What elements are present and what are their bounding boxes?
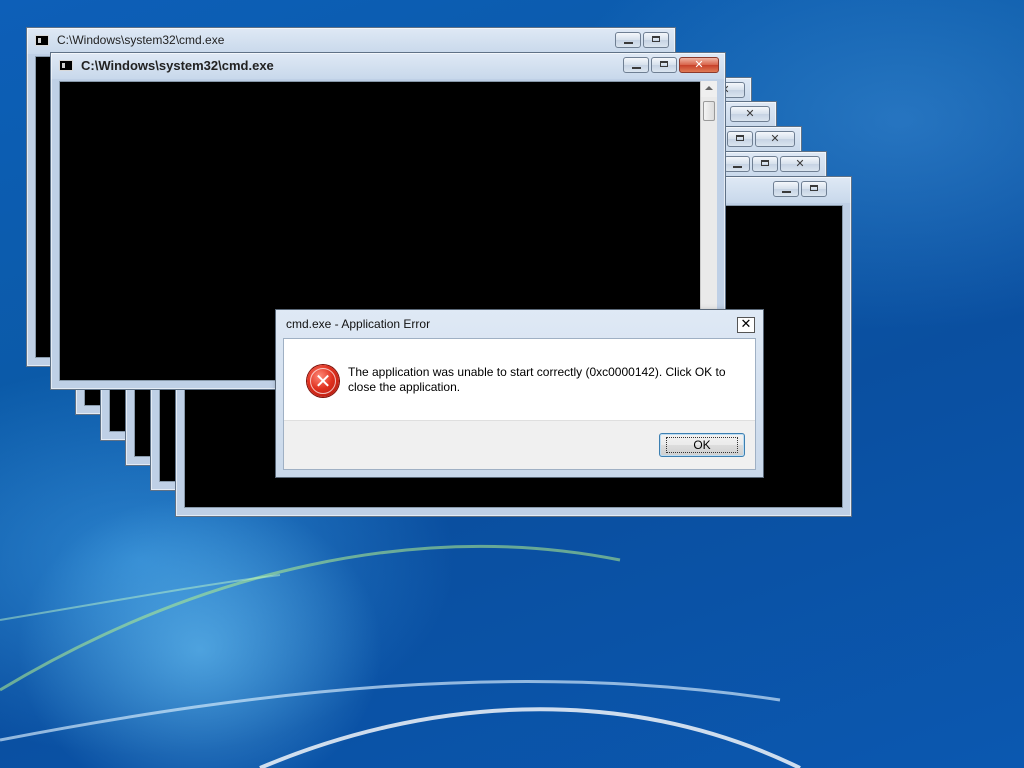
error-icon: ✕ (307, 365, 339, 397)
dialog-title: cmd.exe - Application Error (286, 317, 431, 331)
maximize-button[interactable] (752, 156, 778, 172)
error-message: The application was unable to start corr… (348, 365, 726, 394)
minimize-button[interactable] (724, 156, 750, 172)
ok-label: OK (666, 437, 738, 453)
close-button[interactable] (730, 106, 770, 122)
caption-buttons (724, 156, 820, 174)
button-area: OK (284, 420, 755, 469)
scroll-thumb[interactable] (703, 101, 715, 121)
caption-buttons (727, 131, 795, 149)
minimize-button[interactable] (615, 32, 641, 48)
caption-buttons (773, 181, 827, 199)
title-bar[interactable]: C:\Windows\system32\cmd.exe (27, 28, 675, 54)
cmd-icon (59, 60, 73, 71)
message-area: ✕ The application was unable to start co… (284, 339, 755, 423)
close-button[interactable] (780, 156, 820, 172)
minimize-button[interactable] (623, 57, 649, 73)
close-button[interactable] (755, 131, 795, 147)
window-title: C:\Windows\system32\cmd.exe (81, 58, 274, 73)
window-title: C:\Windows\system32\cmd.exe (57, 33, 225, 47)
maximize-button[interactable] (651, 57, 677, 73)
caption-buttons (730, 106, 770, 124)
caption-buttons (623, 57, 719, 75)
minimize-button[interactable] (773, 181, 799, 197)
maximize-button[interactable] (801, 181, 827, 197)
cmd-icon (35, 35, 49, 46)
dialog-title-bar[interactable]: cmd.exe - Application Error ✕ (276, 310, 763, 338)
scroll-up-arrow-icon[interactable] (701, 81, 717, 97)
error-dialog[interactable]: cmd.exe - Application Error ✕ ✕ The appl… (275, 309, 764, 478)
title-bar[interactable]: C:\Windows\system32\cmd.exe (51, 53, 725, 79)
caption-buttons (615, 32, 669, 50)
dialog-content: ✕ The application was unable to start co… (283, 338, 756, 470)
maximize-button[interactable] (643, 32, 669, 48)
ok-button[interactable]: OK (659, 433, 745, 457)
close-button[interactable] (679, 57, 719, 73)
close-icon[interactable]: ✕ (737, 317, 755, 333)
maximize-button[interactable] (727, 131, 753, 147)
